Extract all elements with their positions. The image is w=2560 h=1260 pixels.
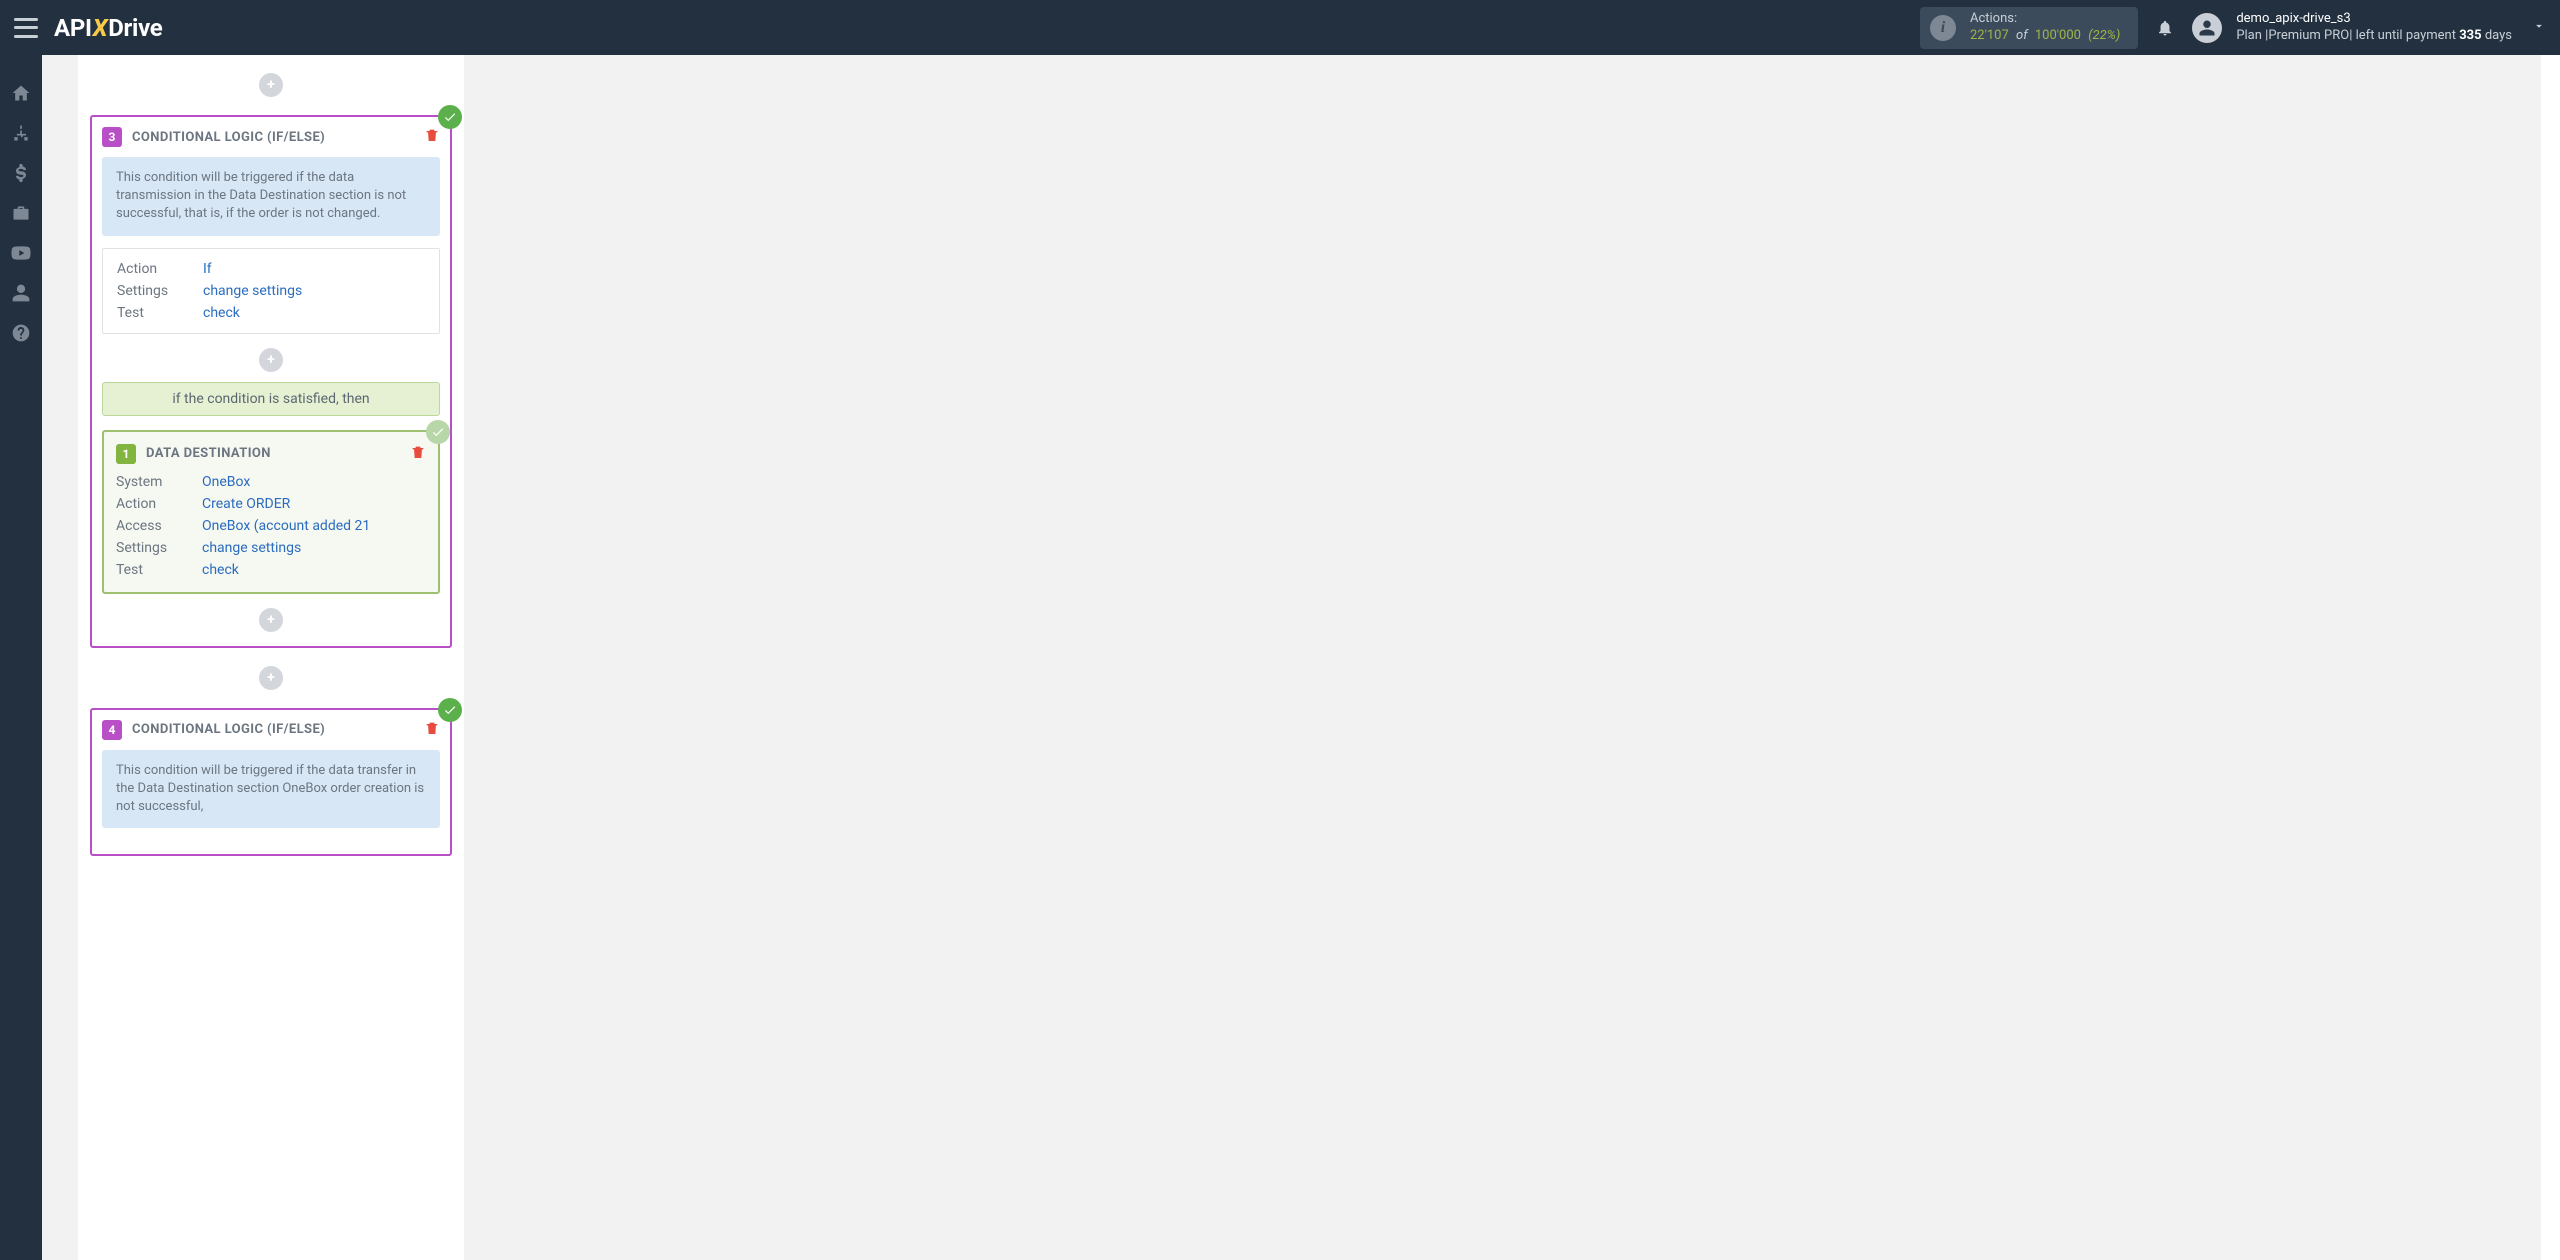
chevron-down-icon — [2532, 19, 2546, 37]
sidebar-item-account[interactable] — [0, 273, 42, 313]
add-step-button[interactable]: + — [259, 608, 283, 632]
sidebar-item-youtube[interactable] — [0, 233, 42, 273]
workflow-column: + 3 CONDITIONAL LOGIC (IF/ELSE) This con… — [78, 55, 464, 1260]
delete-step-icon[interactable] — [424, 127, 440, 147]
conditional-card-4: 4 CONDITIONAL LOGIC (IF/ELSE) This condi… — [90, 708, 452, 857]
card-note: This condition will be triggered if the … — [102, 157, 440, 236]
sidebar-item-billing[interactable] — [0, 153, 42, 193]
actions-label: Actions: — [1970, 11, 2120, 27]
user-name: demo_apix-drive_s3 — [2236, 11, 2512, 27]
row-test: Test check — [117, 305, 425, 321]
sidebar-item-connections[interactable] — [0, 113, 42, 153]
row-settings: Settings change settings — [117, 283, 425, 299]
right-edge-strip — [2540, 55, 2560, 1260]
menu-toggle[interactable] — [14, 18, 38, 38]
link-check[interactable]: check — [203, 305, 240, 321]
card-title: CONDITIONAL LOGIC (IF/ELSE) — [132, 722, 424, 737]
add-step-button[interactable]: + — [259, 666, 283, 690]
delete-step-icon[interactable] — [424, 720, 440, 740]
link-change-settings[interactable]: change settings — [203, 283, 302, 299]
conditional-card-3: 3 CONDITIONAL LOGIC (IF/ELSE) This condi… — [90, 115, 452, 648]
link-change-settings[interactable]: change settings — [202, 540, 301, 556]
card-settings-panel: Action If Settings change settings Test … — [102, 248, 440, 334]
status-ok-icon — [438, 698, 462, 722]
step-number: 1 — [116, 444, 136, 464]
step-number: 3 — [102, 127, 122, 147]
actions-counter[interactable]: i Actions: 22'107 of 100'000 (22%) — [1920, 7, 2138, 49]
link-access[interactable]: OneBox (account added 21 — [202, 518, 370, 534]
card-title: CONDITIONAL LOGIC (IF/ELSE) — [132, 130, 424, 145]
add-step-button[interactable]: + — [259, 73, 283, 97]
destination-card: 1 DATA DESTINATION SystemOneBox ActionCr… — [102, 430, 440, 594]
sidebar-item-home[interactable] — [0, 73, 42, 113]
app-header: APIXDrive i Actions: 22'107 of 100'000 (… — [0, 0, 2560, 55]
delete-step-icon[interactable] — [410, 444, 426, 464]
add-step-button[interactable]: + — [259, 348, 283, 372]
sidebar-item-help[interactable] — [0, 313, 42, 353]
link-check[interactable]: check — [202, 562, 239, 578]
main-area: + 3 CONDITIONAL LOGIC (IF/ELSE) This con… — [42, 55, 2560, 1260]
card-note: This condition will be triggered if the … — [102, 750, 440, 829]
link-action[interactable]: Create ORDER — [202, 496, 290, 512]
info-icon: i — [1930, 15, 1956, 41]
user-menu[interactable]: demo_apix-drive_s3 Plan |Premium PRO| le… — [2192, 11, 2546, 44]
user-avatar-icon — [2192, 13, 2222, 43]
user-plan: Plan |Premium PRO| left until payment 33… — [2236, 28, 2512, 44]
left-sidebar — [0, 55, 42, 1260]
status-ok-icon — [438, 105, 462, 129]
link-action[interactable]: If — [203, 261, 212, 277]
notifications-bell-icon[interactable] — [2156, 19, 2174, 37]
app-logo[interactable]: APIXDrive — [54, 14, 162, 42]
status-ok-icon — [426, 420, 450, 444]
row-action: Action If — [117, 261, 425, 277]
satisfied-bar: if the condition is satisfied, then — [102, 382, 440, 416]
card-title: DATA DESTINATION — [146, 446, 410, 461]
step-number: 4 — [102, 720, 122, 740]
actions-value: 22'107 of 100'000 (22%) — [1970, 28, 2120, 44]
sidebar-item-services[interactable] — [0, 193, 42, 233]
link-system[interactable]: OneBox — [202, 474, 250, 490]
